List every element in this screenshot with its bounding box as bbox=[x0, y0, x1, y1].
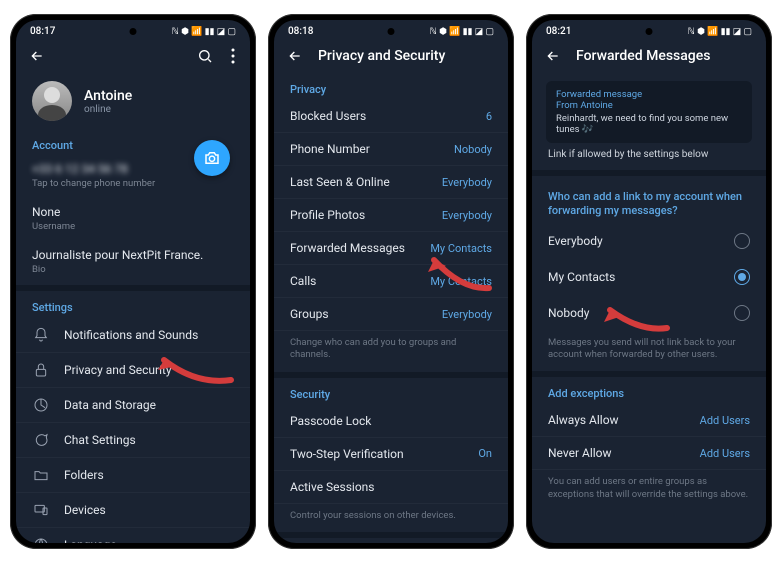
radio-icon bbox=[734, 269, 750, 285]
page-title: Privacy and Security bbox=[318, 48, 496, 64]
bio-value: Journaliste pour NextPit France. bbox=[32, 248, 234, 262]
delete-account-link[interactable]: Delete my account bbox=[274, 538, 508, 543]
username-row[interactable]: None Username bbox=[16, 199, 250, 242]
phone-number-value: +33 6 12 34 56 78 bbox=[32, 162, 234, 176]
folder-icon bbox=[32, 467, 50, 483]
privacy-item-groups[interactable]: GroupsEverybody bbox=[274, 298, 508, 331]
username-hint: Username bbox=[32, 221, 234, 232]
settings-item-devices[interactable]: Devices bbox=[16, 493, 250, 528]
profile-header[interactable]: Antoine online bbox=[16, 73, 250, 129]
option-everybody[interactable]: Everybody bbox=[532, 223, 766, 259]
privacy-item-phone[interactable]: Phone NumberNobody bbox=[274, 133, 508, 166]
forward-message: Reinhardt, we need to find you some new … bbox=[556, 113, 742, 135]
settings-item-label: Devices bbox=[64, 503, 234, 517]
chat-icon bbox=[32, 432, 50, 448]
security-item-sessions[interactable]: Active Sessions bbox=[274, 471, 508, 504]
settings-section-label: Settings bbox=[16, 291, 250, 318]
security-section-label: Security bbox=[274, 378, 508, 405]
back-icon[interactable] bbox=[28, 47, 46, 65]
profile-name: Antoine bbox=[84, 88, 132, 104]
question-label: Who can add a link to my account when fo… bbox=[532, 176, 766, 223]
username-value: None bbox=[32, 205, 234, 219]
settings-item-privacy[interactable]: Privacy and Security bbox=[16, 353, 250, 388]
status-icons: ℕ ⬢ 📶 ▮▮ ◪ ▢ bbox=[688, 27, 752, 37]
status-icons: ℕ ⬢ 📶 ▮▮ ◪ ▢ bbox=[430, 27, 494, 37]
privacy-item-forwarded[interactable]: Forwarded MessagesMy Contacts bbox=[274, 232, 508, 265]
forward-preview: Forwarded message From Antoine Reinhardt… bbox=[546, 81, 752, 143]
chart-icon bbox=[32, 397, 50, 413]
clock: 08:18 bbox=[288, 26, 313, 37]
options-hint: Messages you send will not link back to … bbox=[532, 331, 766, 372]
radio-icon bbox=[734, 233, 750, 249]
devices-icon bbox=[32, 502, 50, 518]
back-icon[interactable] bbox=[544, 47, 562, 65]
clock: 08:17 bbox=[30, 26, 55, 37]
settings-item-data[interactable]: Data and Storage bbox=[16, 388, 250, 423]
clock: 08:21 bbox=[546, 26, 571, 37]
phone-frame-1: 08:17 ℕ ⬢ 📶 ▮▮ ◪ ▢ Antoine online bbox=[10, 14, 256, 549]
settings-item-label: Data and Storage bbox=[64, 398, 234, 412]
settings-item-language[interactable]: Language bbox=[16, 528, 250, 543]
privacy-item-lastseen[interactable]: Last Seen & OnlineEverybody bbox=[274, 166, 508, 199]
exceptions-hint: You can add users or entire groups as ex… bbox=[532, 470, 766, 511]
privacy-item-calls[interactable]: CallsMy Contacts bbox=[274, 265, 508, 298]
settings-item-label: Privacy and Security bbox=[64, 363, 234, 377]
phone-frame-2: 08:18 ℕ ⬢ 📶 ▮▮ ◪ ▢ Privacy and Security … bbox=[268, 14, 514, 549]
privacy-section-label: Privacy bbox=[274, 73, 508, 100]
phone-number-hint: Tap to change phone number bbox=[32, 178, 234, 189]
privacy-item-photos[interactable]: Profile PhotosEverybody bbox=[274, 199, 508, 232]
settings-item-label: Chat Settings bbox=[64, 433, 234, 447]
privacy-item-blocked[interactable]: Blocked Users6 bbox=[274, 100, 508, 133]
settings-item-chat[interactable]: Chat Settings bbox=[16, 423, 250, 458]
bio-row[interactable]: Journaliste pour NextPit France. Bio bbox=[16, 242, 250, 285]
privacy-hint: Change who can add you to groups and cha… bbox=[274, 331, 508, 372]
security-item-twostep[interactable]: Two-Step VerificationOn bbox=[274, 438, 508, 471]
radio-icon bbox=[734, 305, 750, 321]
forward-from: From Antoine bbox=[556, 100, 742, 111]
security-item-passcode[interactable]: Passcode Lock bbox=[274, 405, 508, 438]
bell-icon bbox=[32, 327, 50, 343]
page-title: Forwarded Messages bbox=[576, 48, 754, 64]
settings-item-folders[interactable]: Folders bbox=[16, 458, 250, 493]
exception-always-allow[interactable]: Always AllowAdd Users bbox=[532, 404, 766, 437]
settings-item-label: Folders bbox=[64, 468, 234, 482]
avatar[interactable] bbox=[32, 81, 72, 121]
profile-status: online bbox=[84, 104, 132, 115]
forward-label: Forwarded message bbox=[556, 89, 742, 100]
exceptions-label: Add exceptions bbox=[532, 377, 766, 404]
option-nobody[interactable]: Nobody bbox=[532, 295, 766, 331]
bio-hint: Bio bbox=[32, 264, 234, 275]
preview-caption: Link if allowed by the settings below bbox=[532, 147, 766, 170]
phone-frame-3: 08:21 ℕ ⬢ 📶 ▮▮ ◪ ▢ Forwarded Messages Fo… bbox=[526, 14, 772, 549]
settings-item-notifications[interactable]: Notifications and Sounds bbox=[16, 318, 250, 353]
status-icons: ℕ ⬢ 📶 ▮▮ ◪ ▢ bbox=[172, 27, 236, 37]
settings-item-label: Notifications and Sounds bbox=[64, 328, 234, 342]
exception-never-allow[interactable]: Never AllowAdd Users bbox=[532, 437, 766, 470]
phone-number-row[interactable]: +33 6 12 34 56 78 Tap to change phone nu… bbox=[16, 156, 250, 199]
back-icon[interactable] bbox=[286, 47, 304, 65]
search-icon[interactable] bbox=[196, 47, 214, 65]
lock-icon bbox=[32, 362, 50, 378]
more-icon[interactable] bbox=[228, 47, 238, 65]
globe-icon bbox=[32, 537, 50, 543]
security-hint: Control your sessions on other devices. bbox=[274, 504, 508, 532]
option-contacts[interactable]: My Contacts bbox=[532, 259, 766, 295]
settings-item-label: Language bbox=[64, 538, 234, 543]
